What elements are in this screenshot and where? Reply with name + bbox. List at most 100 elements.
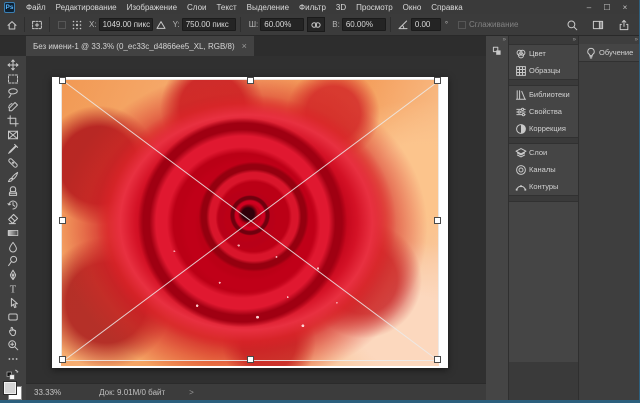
panel-button-paths[interactable]: Контуры — [509, 178, 578, 195]
tab-close-icon[interactable]: × — [242, 41, 247, 51]
collapse-chevrons-icon[interactable]: » — [509, 36, 578, 44]
adjustments-icon — [515, 123, 529, 135]
transform-handle[interactable] — [434, 217, 441, 224]
height-field[interactable]: 60.00% — [342, 18, 386, 31]
crop-tool-icon[interactable] — [4, 114, 22, 128]
dodge-tool-icon[interactable] — [4, 254, 22, 268]
rotation-field[interactable]: 0.00 — [411, 18, 441, 31]
learn-panel-label: Обучение — [599, 48, 633, 57]
edit-toolbar-tool-icon[interactable] — [4, 352, 22, 366]
photoshop-logo-icon: Ps — [4, 2, 15, 13]
menu-item[interactable]: 3D — [331, 3, 351, 12]
minimize-button[interactable]: – — [580, 3, 598, 12]
menu-item[interactable]: Файл — [21, 3, 51, 12]
panel-button-layers[interactable]: Слои — [509, 144, 578, 161]
brush-tool-icon[interactable] — [4, 170, 22, 184]
transform-handle[interactable] — [59, 217, 66, 224]
panel-button-properties[interactable]: Свойства — [509, 103, 578, 120]
height-label: В: — [332, 20, 340, 29]
document-tab-bar: Без имени-1 @ 33.3% (0_ec33c_d4866ee5_XL… — [26, 36, 486, 56]
close-button[interactable]: × — [616, 3, 634, 12]
transform-handle[interactable] — [434, 356, 441, 363]
foreground-color-swatch[interactable] — [4, 382, 16, 394]
home-icon[interactable] — [4, 17, 20, 33]
transform-bounding-box[interactable] — [61, 79, 439, 361]
panel-button-label: Контуры — [529, 182, 558, 191]
maximize-button[interactable]: ☐ — [598, 3, 616, 12]
menu-item[interactable]: Текст — [211, 3, 241, 12]
status-menu-chevron-icon[interactable]: > — [189, 388, 194, 397]
menu-item[interactable]: Выделение — [242, 3, 294, 12]
panel-button-swatches[interactable]: Образцы — [509, 62, 578, 79]
paths-icon — [515, 181, 529, 193]
transform-handle[interactable] — [434, 77, 441, 84]
panel-button-label: Свойства — [529, 107, 562, 116]
rectangular-marquee-tool-icon[interactable] — [4, 72, 22, 86]
pasteboard — [26, 56, 486, 383]
transform-handle[interactable] — [59, 356, 66, 363]
menu-item[interactable]: Редактирование — [51, 3, 122, 12]
lasso-tool-icon[interactable] — [4, 86, 22, 100]
menu-item[interactable]: Справка — [426, 3, 467, 12]
quick-selection-tool-icon[interactable] — [4, 100, 22, 114]
menu-item[interactable]: Фильтр — [294, 3, 331, 12]
separator — [390, 17, 391, 32]
menu-item[interactable]: Изображение — [122, 3, 182, 12]
panel-button-adjustments[interactable]: Коррекция — [509, 120, 578, 137]
width-field[interactable]: 60.00% — [260, 18, 304, 31]
default-colors-icon[interactable] — [4, 367, 22, 380]
left-column: T — [0, 36, 26, 400]
reference-point-grid-icon[interactable] — [69, 17, 85, 33]
options-bar: X: 1049.00 пикс Y: 750.00 пикс Ш: 60.00%… — [0, 14, 640, 36]
reference-point-checkbox[interactable] — [58, 21, 66, 29]
eyedropper-tool-icon[interactable] — [4, 142, 22, 156]
collapse-chevrons-icon[interactable]: » — [579, 36, 640, 44]
channels-icon — [515, 164, 529, 176]
status-bar: 33.33% Док: 9.01M/0 байт > — [26, 383, 486, 400]
pen-tool-icon[interactable] — [4, 268, 22, 282]
panel-button-learn[interactable]: Обучение — [579, 44, 640, 62]
frame-tool-icon[interactable] — [4, 128, 22, 142]
shape-tool-icon[interactable] — [4, 310, 22, 324]
separator — [24, 17, 25, 32]
healing-brush-tool-icon[interactable] — [4, 156, 22, 170]
maintain-aspect-ratio-button[interactable] — [307, 17, 325, 32]
relative-position-icon[interactable] — [153, 17, 169, 33]
menu-item[interactable]: Слои — [182, 3, 211, 12]
x-position-field[interactable]: 1049.00 пикс — [99, 18, 153, 31]
collapsed-panel-button[interactable] — [486, 44, 508, 61]
history-brush-tool-icon[interactable] — [4, 198, 22, 212]
clone-stamp-tool-icon[interactable] — [4, 184, 22, 198]
panel-group: Библиотеки Свойства Коррекция — [509, 85, 578, 138]
hand-tool-icon[interactable] — [4, 324, 22, 338]
smoothing-checkbox[interactable] — [458, 21, 466, 29]
transform-handle[interactable] — [247, 77, 254, 84]
transform-handle[interactable] — [59, 77, 66, 84]
panel-button-channels[interactable]: Каналы — [509, 161, 578, 178]
type-tool-icon[interactable]: T — [4, 282, 22, 296]
transform-handle[interactable] — [247, 356, 254, 363]
zoom-level-field[interactable]: 33.33% — [34, 388, 61, 397]
document-tab[interactable]: Без имени-1 @ 33.3% (0_ec33c_d4866ee5_XL… — [26, 36, 254, 56]
workspace-switcher-icon[interactable] — [590, 17, 606, 33]
y-position-field[interactable]: 750.00 пикс — [182, 18, 236, 31]
panel-group: ЦветОбразцы — [509, 44, 578, 80]
libraries-icon — [515, 89, 529, 101]
search-icon[interactable] — [564, 17, 580, 33]
transform-tool-icon[interactable] — [29, 17, 45, 33]
blur-tool-icon[interactable] — [4, 240, 22, 254]
zoom-tool-icon[interactable] — [4, 338, 22, 352]
tools-panel: T — [0, 56, 26, 400]
menu-item[interactable]: Просмотр — [351, 3, 398, 12]
menu-item[interactable]: Окно — [398, 3, 427, 12]
toolbar-top-gap — [0, 36, 26, 56]
share-icon[interactable] — [616, 17, 632, 33]
swatches-icon — [515, 65, 529, 77]
eraser-tool-icon[interactable] — [4, 212, 22, 226]
panel-button-libraries[interactable]: Библиотеки — [509, 86, 578, 103]
gradient-tool-icon[interactable] — [4, 226, 22, 240]
move-tool-icon[interactable] — [4, 58, 22, 72]
layers-icon — [515, 147, 529, 159]
path-selection-tool-icon[interactable] — [4, 296, 22, 310]
panel-button-color[interactable]: Цвет — [509, 45, 578, 62]
